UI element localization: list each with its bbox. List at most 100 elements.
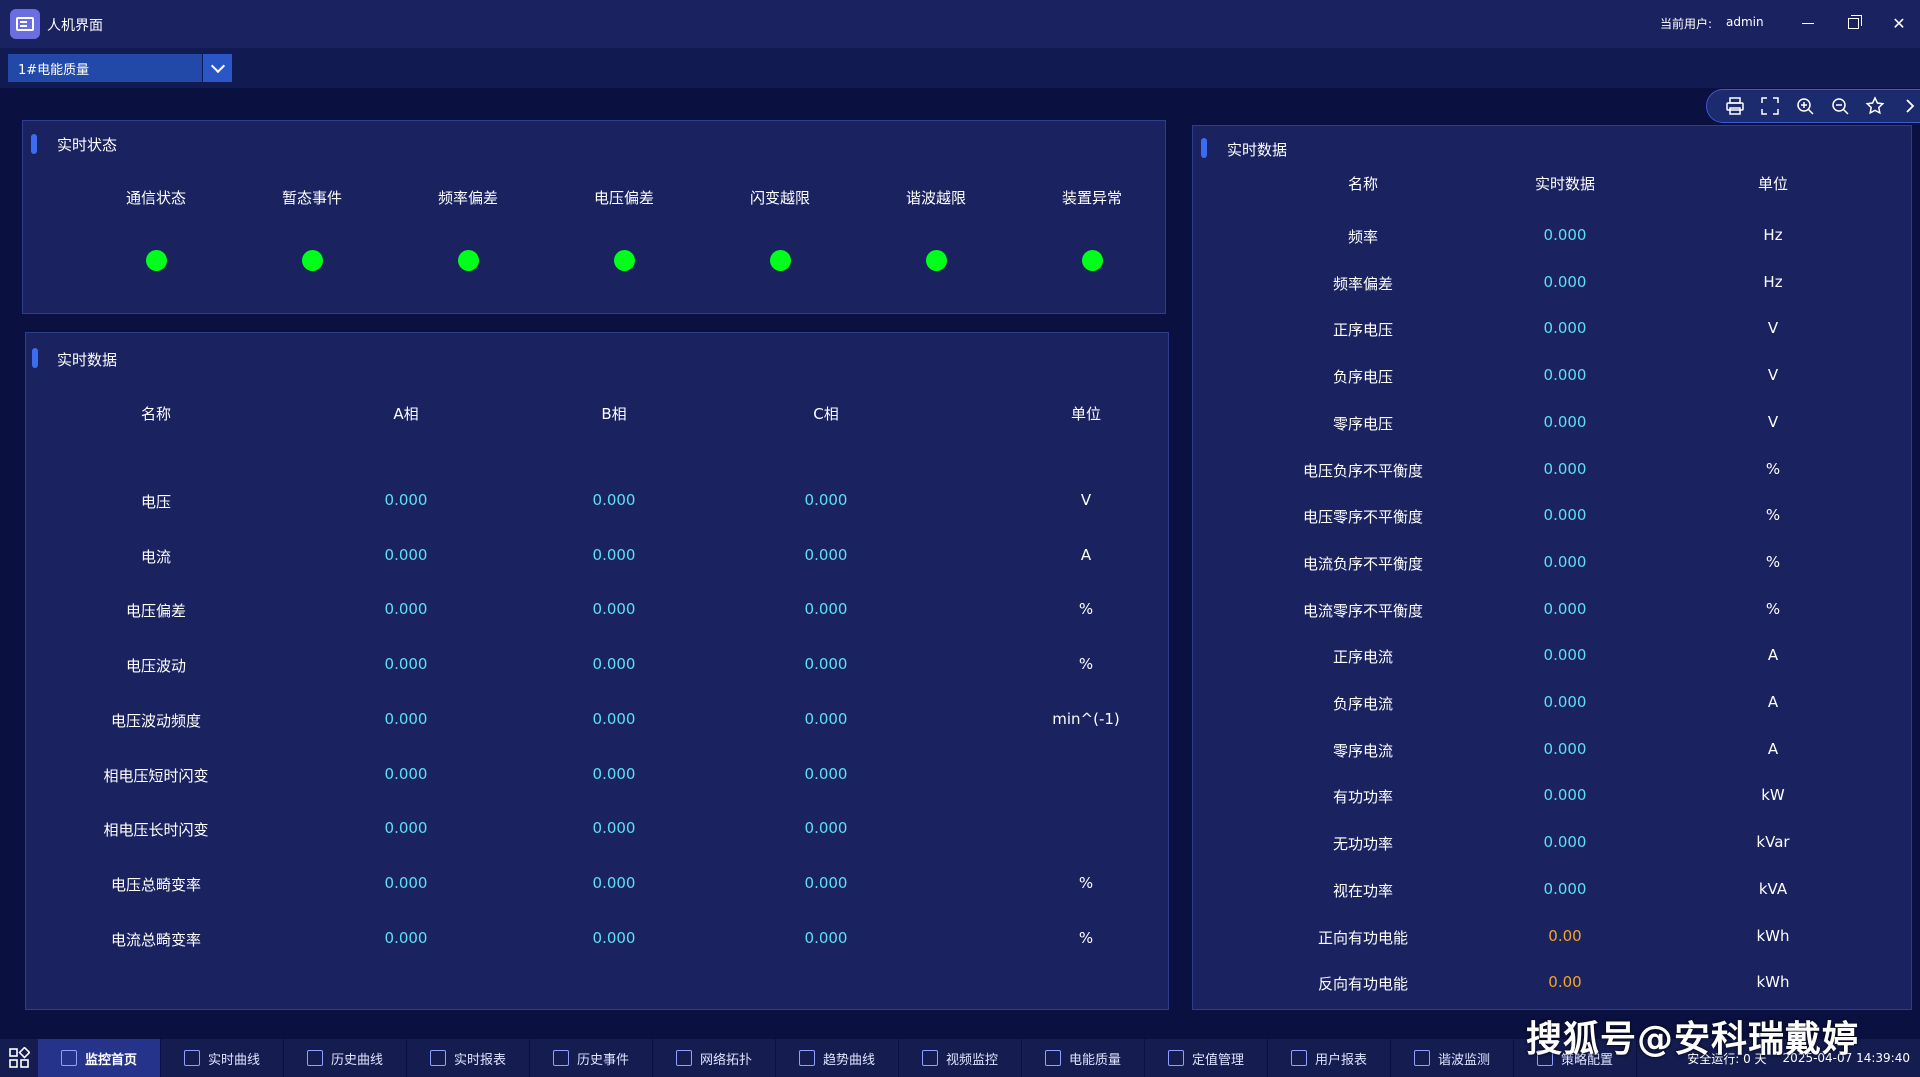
row-name: 电压波动 [125, 657, 187, 676]
minimize-button[interactable] [1795, 10, 1821, 36]
taskbar-item[interactable]: 实时报表 [407, 1039, 530, 1077]
system-data-panel: 实时数据 名称 实时数据 单位 频率 0.000 Hz 频率偏差 0.000 Hz 正序电压 0.0… [1192, 125, 1912, 1010]
row-name: 电流 [140, 547, 172, 566]
taskbar-item[interactable]: 历史曲线 [284, 1039, 407, 1077]
device-bar [0, 48, 1920, 88]
favorite-button[interactable] [1861, 93, 1888, 120]
status-indicator-icon [145, 250, 167, 271]
status-label: 装置异常 [1061, 189, 1122, 207]
taskbar-item-label: 监控首页 [84, 1052, 137, 1068]
row-value: 0.000 [804, 709, 848, 728]
status-indicator-icon [301, 250, 323, 271]
status-item: 谐波越限 [858, 187, 1014, 271]
row-unit: kWh [1756, 973, 1790, 992]
row-name: 电流零序不平衡度 [1302, 601, 1424, 620]
row-value: 0.000 [804, 819, 848, 838]
zoom-in-button[interactable] [1791, 93, 1818, 120]
taskbar-item[interactable]: 实时曲线 [161, 1039, 284, 1077]
app-logo-icon [10, 9, 40, 39]
taskbar-item[interactable]: 视频监控 [899, 1039, 1022, 1077]
row-unit: V [1767, 319, 1779, 338]
row-value: 0.000 [1543, 693, 1587, 711]
taskbar-item-label: 定值管理 [1191, 1052, 1244, 1068]
status-indicator-icon [1081, 250, 1103, 271]
fullscreen-button[interactable] [1756, 93, 1783, 120]
row-unit: % [1765, 506, 1781, 525]
module-icon [1167, 1050, 1184, 1066]
row-value: 0.000 [384, 709, 428, 728]
printer-icon [1725, 97, 1744, 115]
row-value: 0.00 [1548, 973, 1582, 992]
taskbar-item[interactable]: 历史事件 [530, 1039, 653, 1077]
module-icon [1044, 1050, 1061, 1066]
zoom-out-button[interactable] [1826, 93, 1853, 120]
row-name: 负序电流 [1332, 695, 1394, 713]
row-value: 0.000 [1543, 646, 1587, 665]
taskbar-item-label: 谐波监测 [1437, 1052, 1490, 1068]
row-value: 0.000 [592, 873, 636, 892]
status-indicator-icon [457, 250, 479, 271]
status-indicator-icon [769, 250, 791, 271]
taskbar-item[interactable]: 电能质量 [1022, 1039, 1145, 1077]
home-icon [60, 1050, 77, 1066]
status-label: 通信状态 [125, 189, 186, 207]
taskbar-item-label: 实时曲线 [207, 1052, 260, 1068]
print-button[interactable] [1721, 93, 1748, 120]
title-bar: 人机界面 当前用户: admin ✕ [0, 0, 1920, 48]
device-select-dropdown-button[interactable] [202, 54, 232, 82]
row-name: 正向有功电能 [1317, 928, 1409, 947]
row-value: 0.000 [384, 764, 428, 783]
row-value: 0.000 [592, 764, 636, 783]
taskbar-item-label: 电能质量 [1068, 1052, 1121, 1068]
taskbar-item-label: 历史曲线 [330, 1052, 383, 1068]
zoom-in-icon [1796, 98, 1814, 115]
row-name: 无功功率 [1332, 835, 1394, 854]
row-unit: min^(-1) [1052, 709, 1120, 728]
row-value: 0.000 [592, 600, 636, 619]
row-unit: Hz [1763, 272, 1783, 291]
collapse-toolbar-button[interactable] [1896, 93, 1920, 120]
row-unit: % [1078, 928, 1094, 947]
row-unit: kW [1761, 786, 1785, 805]
row-value: 0.000 [592, 655, 636, 674]
status-label: 谐波越限 [905, 189, 966, 207]
column-header: 单位 [1070, 405, 1102, 423]
row-name: 有功功率 [1332, 788, 1394, 807]
taskbar-item[interactable]: 定值管理 [1145, 1039, 1268, 1077]
panel-accent-bar [32, 348, 38, 368]
column-header: 名称 [140, 405, 172, 423]
status-label: 闪变越限 [749, 189, 810, 207]
row-value: 0.000 [1543, 366, 1587, 385]
taskbar-item[interactable]: 网络拓扑 [653, 1039, 776, 1077]
maximize-button[interactable] [1840, 10, 1866, 36]
row-name: 零序电压 [1332, 414, 1394, 433]
row-name: 电流负序不平衡度 [1302, 554, 1424, 573]
taskbar-item-label: 用户报表 [1314, 1052, 1367, 1068]
row-name: 电压偏差 [125, 602, 187, 621]
taskbar-item[interactable]: 用户报表 [1268, 1039, 1391, 1077]
row-unit: A [1767, 646, 1779, 665]
module-icon [183, 1050, 200, 1066]
row-value: 0.000 [592, 819, 636, 838]
minimize-icon [1802, 22, 1814, 24]
device-select[interactable]: 1#电能质量 [8, 54, 232, 82]
column-header: B相 [601, 405, 627, 423]
row-name: 相电压短时闪变 [103, 766, 209, 785]
close-button[interactable]: ✕ [1886, 10, 1912, 36]
row-unit: % [1078, 655, 1094, 674]
column-header: C相 [813, 405, 839, 423]
taskbar-item[interactable]: 趋势曲线 [776, 1039, 899, 1077]
row-value: 0.000 [1543, 319, 1587, 338]
column-header: 实时数据 [1534, 175, 1596, 193]
row-value: 0.000 [1543, 552, 1587, 571]
row-value: 0.000 [1543, 599, 1587, 618]
taskbar-item[interactable]: 监控首页 [38, 1039, 161, 1077]
start-menu-button[interactable] [0, 1039, 38, 1077]
module-icon [1413, 1050, 1430, 1066]
view-toolbar [1706, 89, 1920, 123]
row-value: 0.000 [1543, 506, 1587, 525]
taskbar-item[interactable]: 谐波监测 [1391, 1039, 1514, 1077]
row-unit: % [1765, 459, 1781, 478]
row-unit: kWh [1756, 926, 1790, 945]
taskbar-item-label: 网络拓扑 [699, 1052, 752, 1068]
